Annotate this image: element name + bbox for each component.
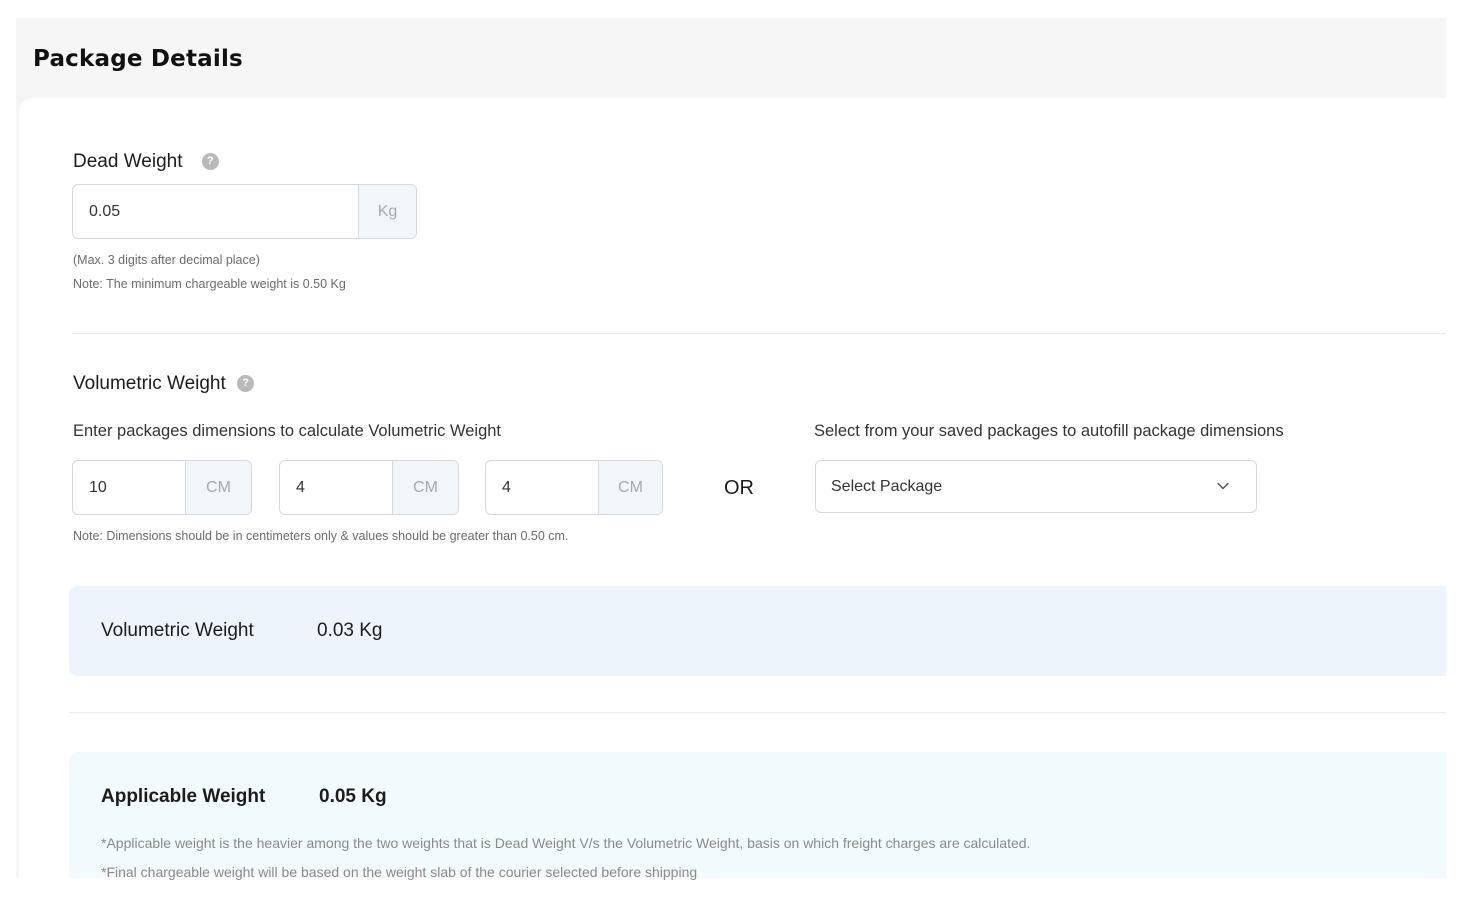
chargeable-weight-note: *Final chargeable weight will be based o… [101, 864, 698, 880]
dimensions-instruction: Enter packages dimensions to calculate V… [73, 422, 502, 440]
length-input-group: 10 CM [72, 460, 252, 515]
volumetric-weight-result-value: 0.03 Kg [317, 620, 383, 641]
question-circle-icon[interactable]: ? [201, 153, 219, 171]
saved-package-select[interactable]: Select Package [815, 460, 1257, 513]
or-separator: OR [724, 477, 754, 499]
section-divider [72, 333, 1446, 334]
length-unit: CM [185, 461, 251, 514]
volumetric-weight-heading: Volumetric Weight ? [73, 373, 255, 395]
applicable-weight-note: *Applicable weight is the heavier among … [101, 835, 1031, 851]
height-unit: CM [598, 461, 662, 514]
height-input[interactable]: 4 [486, 461, 598, 514]
applicable-weight-panel: Applicable Weight 0.05 Kg *Applicable we… [69, 752, 1446, 880]
dimensions-note: Note: Dimensions should be in centimeter… [73, 529, 569, 543]
dead-weight-heading: Dead Weight ? [73, 151, 219, 173]
dead-weight-title: Dead Weight [73, 151, 183, 172]
breadth-input[interactable]: 4 [280, 461, 392, 514]
dead-weight-input-group: 0.05 Kg [72, 184, 417, 239]
volumetric-weight-result-panel: Volumetric Weight 0.03 Kg [69, 586, 1446, 676]
dead-weight-unit: Kg [358, 185, 416, 238]
page-title: Package Details [33, 46, 243, 72]
length-input[interactable]: 10 [73, 461, 185, 514]
dead-weight-input[interactable]: 0.05 [73, 185, 358, 238]
applicable-weight-value: 0.05 Kg [319, 786, 387, 807]
dead-weight-hint-decimal: (Max. 3 digits after decimal place) [73, 253, 260, 267]
breadth-unit: CM [392, 461, 458, 514]
saved-packages-label: Select from your saved packages to autof… [814, 422, 1284, 440]
height-input-group: 4 CM [485, 460, 663, 515]
dead-weight-hint-minimum: Note: The minimum chargeable weight is 0… [73, 277, 346, 291]
volumetric-weight-title: Volumetric Weight [73, 373, 226, 394]
question-circle-icon[interactable]: ? [237, 375, 255, 393]
chevron-down-icon [1217, 482, 1229, 490]
section-divider [69, 712, 1446, 713]
breadth-input-group: 4 CM [279, 460, 459, 515]
volumetric-weight-result-label: Volumetric Weight [101, 620, 254, 641]
applicable-weight-label: Applicable Weight [101, 786, 266, 807]
saved-package-select-value: Select Package [831, 478, 943, 495]
package-details-section: Package Details [16, 18, 1446, 878]
